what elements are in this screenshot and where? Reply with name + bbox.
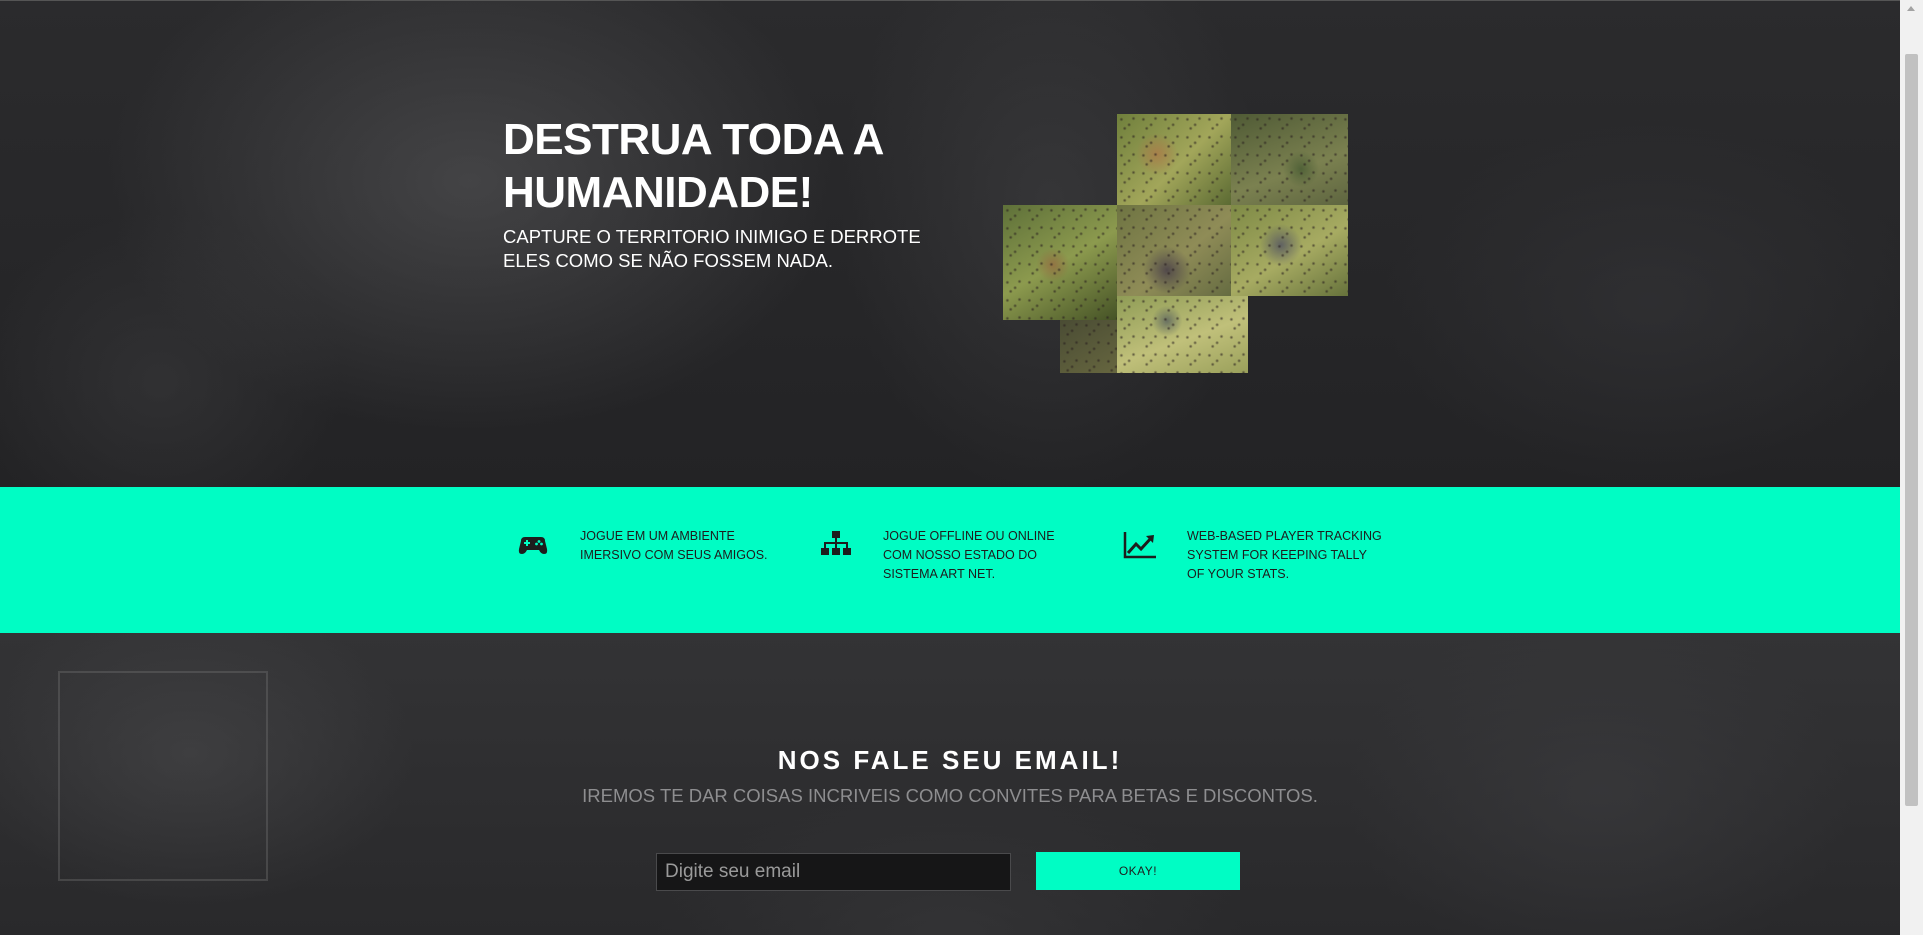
- hero-subtitle: CAPTURE O TERRITORIO INIMIGO E DERROTE E…: [503, 226, 921, 271]
- feature-item: JOGUE OFFLINE OU ONLINE COM NOSSO ESTADO…: [806, 527, 1076, 597]
- scrollbar-thumb[interactable]: [1905, 54, 1918, 806]
- line-chart-icon: [1123, 532, 1156, 559]
- email-signup-section: NOS FALE SEU EMAIL! IREMOS TE DAR COISAS…: [0, 633, 1900, 935]
- features-strip: JOGUE EM UM AMBIENTE IMERSIVO COM SEUS A…: [0, 487, 1900, 633]
- mosaic-tile: [1231, 205, 1348, 296]
- hero-title: DESTRUA TODA A HUMANIDADE!: [503, 115, 883, 217]
- email-input[interactable]: [656, 853, 1011, 891]
- mosaic-tile: [1117, 114, 1231, 205]
- vertical-scrollbar[interactable]: [1900, 0, 1923, 935]
- feature-item: WEB-BASED PLAYER TRACKING SYSTEM FOR KEE…: [1110, 527, 1382, 597]
- feature-text: JOGUE OFFLINE OU ONLINE COM NOSSO ESTADO…: [883, 529, 1055, 581]
- mosaic-tile: [1003, 205, 1117, 320]
- hero-section: DESTRUA TODA A HUMANIDADE! CAPTURE O TER…: [0, 0, 1900, 487]
- signup-title: NOS FALE SEU EMAIL!: [777, 745, 1123, 775]
- feature-item: JOGUE EM UM AMBIENTE IMERSIVO COM SEUS A…: [503, 527, 773, 597]
- sitemap-icon: [821, 531, 851, 555]
- mosaic-tile: [1060, 320, 1117, 373]
- mosaic-tile: [1231, 114, 1348, 205]
- feature-text: JOGUE EM UM AMBIENTE IMERSIVO COM SEUS A…: [580, 529, 768, 562]
- scroll-up-arrow-icon[interactable]: [1907, 6, 1915, 11]
- mosaic-tile: [1117, 296, 1248, 373]
- decorative-frame: [58, 671, 268, 881]
- feature-text: WEB-BASED PLAYER TRACKING SYSTEM FOR KEE…: [1187, 529, 1382, 581]
- gamepad-icon: [518, 537, 548, 554]
- landing-page: DESTRUA TODA A HUMANIDADE! CAPTURE O TER…: [0, 0, 1923, 935]
- signup-subtitle: IREMOS TE DAR COISAS INCRIVEIS COMO CONV…: [582, 785, 1318, 806]
- gameplay-screenshot-mosaic: [1003, 114, 1348, 373]
- okay-button[interactable]: OKAY!: [1036, 852, 1240, 890]
